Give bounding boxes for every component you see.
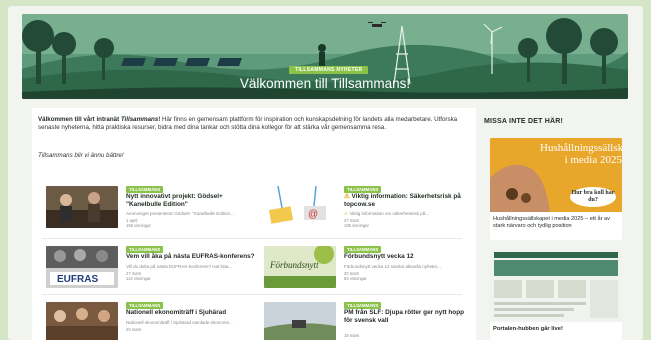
news-photo: EUFRAS bbox=[46, 246, 118, 288]
news-thumbnail[interactable] bbox=[46, 302, 118, 340]
news-photo bbox=[264, 302, 336, 340]
promo-card-media[interactable]: Hushållningssällskapet i media 2025 Hur … bbox=[490, 138, 622, 240]
news-views: 155 visningar bbox=[126, 223, 151, 228]
news-title[interactable]: ⚠ Viktig information: Säkerhetsrisk på t… bbox=[344, 193, 474, 208]
sidebar-heading: MISSA INTE DET HÄR! bbox=[484, 118, 563, 125]
news-card[interactable]: Förbundsnytt TILLSAMMANS Förbundsnytt ve… bbox=[264, 246, 474, 298]
row-divider bbox=[42, 294, 462, 295]
svg-text:EUFRAS: EUFRAS bbox=[57, 274, 98, 285]
news-photo: Förbundsnytt bbox=[264, 246, 336, 288]
promo-image-text: Hushållningssällskapet i media 2025 bbox=[540, 142, 622, 166]
news-title[interactable]: Vem vill åka på nästa EUFRAS-konferens? bbox=[126, 253, 256, 261]
news-thumbnail[interactable]: Förbundsnytt bbox=[264, 246, 336, 288]
hero-banner[interactable]: TILLSAMMANS NYHETER Välkommen till Tills… bbox=[22, 14, 628, 99]
news-summary: Ammoniget presenterar Gödsel+ "Kanelbull… bbox=[126, 211, 234, 216]
news-card[interactable]: TILLSAMMANS Nationell ekonomiträff i Sju… bbox=[46, 302, 256, 340]
news-summary: Nationell ekonomiträff i Sjuhärad samlad… bbox=[126, 320, 233, 325]
news-photo bbox=[46, 186, 118, 228]
row-divider bbox=[42, 238, 462, 239]
news-summary: ⚠ Viktig information om säkerhetsrisk på… bbox=[344, 211, 430, 216]
news-date: 20 mars bbox=[126, 327, 142, 332]
warning-icon: ⚠ bbox=[344, 193, 350, 200]
news-card[interactable]: @ TILLSAMMANS ⚠ Viktig information: Säke… bbox=[264, 186, 474, 238]
news-card[interactable]: TILLSAMMANS Nytt innovativt projekt: Göd… bbox=[46, 186, 256, 238]
news-tag: TILLSAMMANS bbox=[344, 246, 382, 253]
intro-tagline: Tillsammans blir vi ännu bättre! bbox=[38, 152, 124, 159]
portal-screenshot bbox=[490, 248, 622, 322]
intro-text: Välkommen till vårt intranät Tillsammans… bbox=[38, 116, 463, 132]
news-title[interactable]: PM från SLF: Djupa rötter ger nytt hopp … bbox=[344, 309, 474, 324]
hero-badge: TILLSAMMANS NYHETER bbox=[289, 66, 369, 74]
news-title[interactable]: Förbundsnytt vecka 12 bbox=[344, 253, 474, 261]
news-thumbnail[interactable] bbox=[264, 302, 336, 340]
news-views: 195 visningar bbox=[344, 223, 369, 228]
warning-icon: ⚠ bbox=[344, 211, 349, 216]
news-card[interactable]: TILLSAMMANS PM från SLF: Djupa rötter ge… bbox=[264, 302, 474, 340]
news-title[interactable]: Nytt innovativt projekt: Gödsel+ "Kanelb… bbox=[126, 193, 256, 208]
promo-caption[interactable]: Portalen-hubben går live! bbox=[493, 326, 563, 332]
news-title[interactable]: Nationell ekonomiträff i Sjuhärad bbox=[126, 309, 256, 317]
news-photo bbox=[46, 302, 118, 340]
intro-lead: Välkommen till vårt intranät Tillsammans… bbox=[38, 116, 161, 123]
promo-card-portal[interactable]: Portalen-hubben går live! bbox=[490, 248, 622, 340]
svg-text:@: @ bbox=[308, 209, 318, 220]
news-card[interactable]: EUFRAS TILLSAMMANS Vem vill åka på nästa… bbox=[46, 246, 256, 298]
news-summary: Vill du delta på nästa EUFRAS-konferens?… bbox=[126, 264, 233, 269]
news-tag: TILLSAMMANS bbox=[344, 186, 382, 193]
news-thumbnail[interactable]: @ bbox=[264, 186, 336, 228]
news-tag: TILLSAMMANS bbox=[344, 302, 382, 309]
promo-caption[interactable]: Hushållningssällskapet i media 2025 – et… bbox=[493, 216, 621, 230]
main-content: Välkommen till vårt intranät Tillsammans… bbox=[32, 108, 476, 340]
news-tag: TILLSAMMANS bbox=[126, 246, 164, 253]
sidebar: MISSA INTE DET HÄR! Hushållningssällskap… bbox=[484, 108, 636, 340]
news-thumbnail[interactable] bbox=[46, 186, 118, 228]
hero-title: Välkommen till Tillsammans! bbox=[239, 76, 411, 91]
svg-text:Förbundsnytt: Förbundsnytt bbox=[269, 260, 319, 270]
news-tag: TILLSAMMANS bbox=[126, 186, 164, 193]
page-frame: TILLSAMMANS NYHETER Välkommen till Tills… bbox=[8, 6, 643, 340]
news-views: 84 visningar bbox=[344, 276, 367, 281]
promo-image-badge: Hur bra koll har du? bbox=[570, 187, 616, 207]
news-tag: TILLSAMMANS bbox=[126, 302, 164, 309]
news-views: 114 visningar bbox=[126, 276, 151, 281]
news-thumbnail[interactable]: EUFRAS bbox=[46, 246, 118, 288]
news-photo: @ bbox=[264, 186, 336, 228]
news-summary: Förbundsnytt vecka 12 samlar aktuella ny… bbox=[344, 264, 443, 269]
promo-image[interactable]: Hushållningssällskapet i media 2025 Hur … bbox=[490, 138, 622, 212]
news-date: 19 mars bbox=[344, 333, 360, 338]
promo-image[interactable] bbox=[490, 248, 622, 322]
